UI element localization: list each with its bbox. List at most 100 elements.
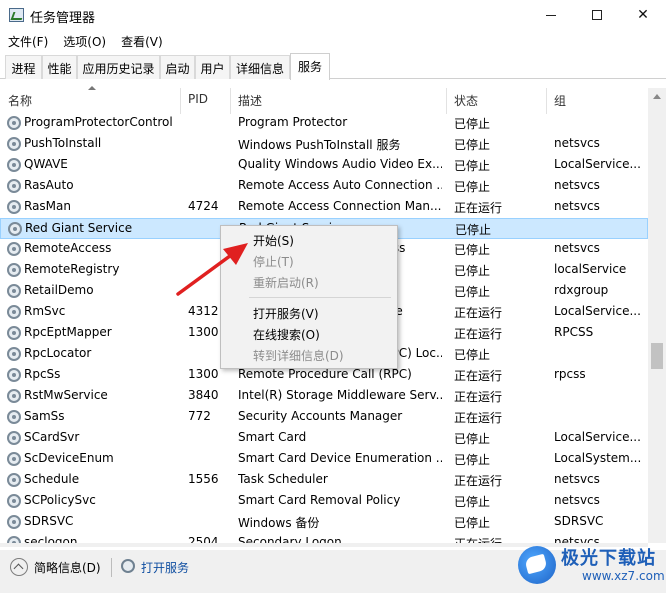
tab-bar: 进程 性能 应用历史记录 启动 用户 详细信息 服务 — [0, 52, 666, 80]
service-gear-icon — [7, 242, 21, 256]
service-gear-icon — [7, 431, 21, 445]
service-gear-icon — [7, 536, 21, 543]
service-status: 正在运行 — [454, 369, 503, 383]
service-gear-icon — [7, 452, 21, 466]
table-row[interactable]: SCardSvr Smart Card 已停止 LocalService... — [0, 428, 648, 449]
table-row[interactable]: ProgramProtectorControl Program Protector… — [0, 113, 648, 134]
service-name: SCardSvr — [24, 430, 80, 444]
column-description-header[interactable]: 描述 — [230, 88, 446, 112]
service-name: RemoteRegistry — [24, 262, 120, 276]
minimize-button[interactable] — [528, 0, 574, 30]
open-services-link[interactable]: 打开服务 — [141, 559, 189, 576]
service-status: 已停止 — [454, 453, 491, 467]
table-row[interactable]: SCPolicySvc Smart Card Removal Policy 已停止 n… — [0, 491, 648, 512]
menu-view[interactable]: 查看(V) — [113, 30, 170, 52]
service-pid: 3840 — [188, 388, 219, 402]
column-pid-header[interactable]: PID — [180, 88, 230, 112]
tab-details[interactable]: 详细信息 — [230, 55, 290, 79]
collapse-up-icon[interactable] — [10, 558, 28, 576]
service-group: rpcss — [554, 367, 586, 381]
table-row[interactable]: RasMan 4724 Remote Access Connection Man..… — [0, 197, 648, 218]
service-gear-icon — [7, 515, 21, 529]
tab-app-history[interactable]: 应用历史记录 — [77, 55, 160, 79]
service-name: SDRSVC — [24, 514, 74, 528]
service-description: Secondary Logon — [238, 535, 342, 543]
column-group-header[interactable]: 组 — [546, 88, 646, 112]
service-group: LocalService... — [554, 430, 641, 444]
service-description: Smart Card Device Enumeration ... — [238, 451, 442, 465]
table-row[interactable]: RasAuto Remote Access Auto Connection ...… — [0, 176, 648, 197]
service-description: Remote Access Connection Man... — [238, 199, 442, 213]
service-pid: 772 — [188, 409, 211, 423]
service-status: 已停止 — [454, 495, 491, 509]
service-description: Remote Access Auto Connection ... — [238, 178, 442, 192]
service-status: 已停止 — [454, 243, 491, 257]
service-name: RasAuto — [24, 178, 74, 192]
service-name: QWAVE — [24, 157, 68, 171]
table-row[interactable]: QWAVE Quality Windows Audio Video Ex... 已停… — [0, 155, 648, 176]
service-name: ProgramProtectorControl — [24, 115, 173, 129]
service-status: 已停止 — [454, 516, 491, 530]
table-row[interactable]: ScDeviceEnum Smart Card Device Enumeratio… — [0, 449, 648, 470]
service-status: 已停止 — [454, 285, 491, 299]
service-description: Security Accounts Manager — [238, 409, 403, 423]
context-search-online[interactable]: 在线搜索(O) — [221, 323, 397, 344]
service-status: 已停止 — [454, 117, 491, 131]
close-icon: ✕ — [637, 7, 649, 23]
service-name: ScDeviceEnum — [24, 451, 114, 465]
service-group: LocalService... — [554, 304, 641, 318]
scroll-thumb[interactable] — [651, 343, 663, 369]
table-row[interactable]: PushToInstall Windows PushToInstall 服务 已停止… — [0, 134, 648, 155]
service-status: 正在运行 — [454, 474, 503, 488]
service-status: 已停止 — [454, 432, 491, 446]
service-status: 已停止 — [454, 264, 491, 278]
service-group: netsvcs — [554, 241, 600, 255]
fewer-details-button[interactable]: 简略信息(D) — [34, 559, 101, 576]
service-pid: 1300 — [188, 367, 219, 381]
service-status: 正在运行 — [454, 306, 503, 320]
tab-services[interactable]: 服务 — [290, 53, 330, 80]
footer-divider — [111, 558, 112, 577]
watermark: 极光下载站 www.xz7.com — [518, 540, 666, 593]
tab-users[interactable]: 用户 — [195, 55, 230, 79]
context-open-services[interactable]: 打开服务(V) — [221, 302, 397, 323]
menu-options[interactable]: 选项(O) — [55, 30, 113, 52]
service-description: Smart Card — [238, 430, 307, 444]
table-row[interactable]: SDRSVC Windows 备份 已停止 SDRSVC — [0, 512, 648, 533]
table-row[interactable]: SamSs 772 Security Accounts Manager 正在运行 — [0, 407, 648, 428]
service-description: Windows 备份 — [238, 516, 320, 530]
table-row[interactable]: RstMwService 3840 Intel(R) Storage Middlew… — [0, 386, 648, 407]
service-group: SDRSVC — [554, 514, 604, 528]
service-gear-icon — [7, 116, 21, 130]
vertical-scrollbar[interactable] — [648, 88, 666, 543]
service-name: RpcSs — [24, 367, 61, 381]
service-name: Red Giant Service — [25, 221, 133, 235]
table-row[interactable]: Schedule 1556 Task Scheduler 正在运行 netsvcs — [0, 470, 648, 491]
service-gear-icon — [7, 473, 21, 487]
service-name: RstMwService — [24, 388, 108, 402]
tab-processes[interactable]: 进程 — [5, 55, 42, 79]
tab-performance[interactable]: 性能 — [42, 55, 77, 79]
context-go-to-details[interactable]: 转到详细信息(D) — [221, 344, 397, 365]
tab-startup[interactable]: 启动 — [160, 55, 195, 79]
service-gear-icon — [7, 200, 21, 214]
service-name: RmSvc — [24, 304, 66, 318]
service-pid: 2504 — [188, 535, 219, 543]
service-status: 已停止 — [455, 223, 492, 237]
service-status: 已停止 — [454, 180, 491, 194]
menu-file[interactable]: 文件(F) — [0, 30, 55, 52]
service-group: LocalSystem... — [554, 451, 642, 465]
service-description: Quality Windows Audio Video Ex... — [238, 157, 442, 171]
column-status-header[interactable]: 状态 — [446, 88, 546, 112]
service-group: RPCSS — [554, 325, 594, 339]
scroll-up-icon[interactable] — [653, 94, 661, 99]
watermark-url: www.xz7.com — [582, 569, 665, 583]
column-name-header[interactable]: 名称 — [0, 88, 180, 112]
maximize-icon — [592, 10, 602, 20]
service-group: rdxgroup — [554, 283, 609, 297]
maximize-button[interactable] — [574, 0, 620, 30]
service-name: RetailDemo — [24, 283, 94, 297]
close-button[interactable]: ✕ — [620, 0, 666, 30]
title-bar: 任务管理器 ✕ — [0, 0, 666, 30]
service-name: PushToInstall — [24, 136, 102, 150]
